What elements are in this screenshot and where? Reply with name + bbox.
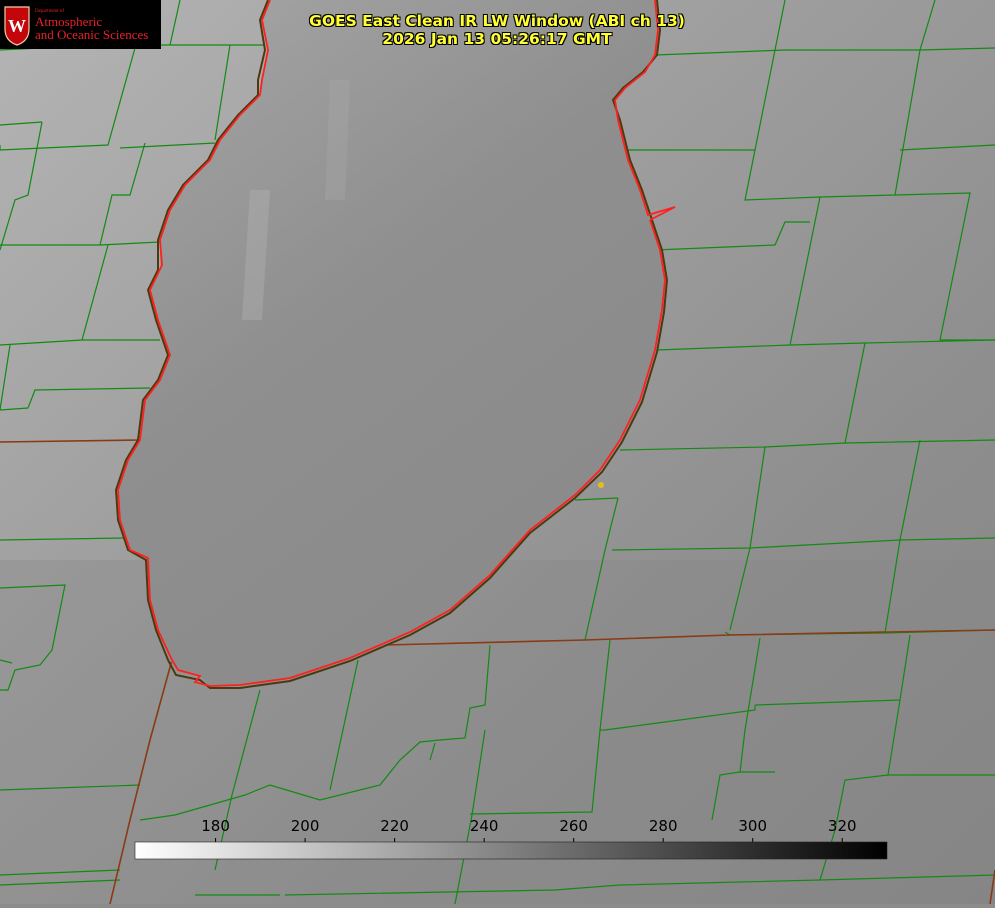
colorbar-gradient [134, 841, 888, 860]
crest-letter: W [8, 16, 26, 36]
crest-icon: W [4, 5, 30, 46]
logo-line-1: Atmospheric [35, 13, 103, 29]
logo-text: Department of Atmospheric and Oceanic Sc… [35, 9, 148, 41]
title-timestamp: 2026 Jan 13 05:26:17 GMT [382, 30, 612, 48]
colorbar-tick-label: 240 [470, 817, 499, 835]
colorbar-tick-label: 300 [738, 817, 767, 835]
satellite-map: 180 200 220 240 260 280 300 320 W Department of… [0, 0, 995, 905]
colorbar-tick-label: 320 [828, 817, 857, 835]
title-product: GOES East Clean IR LW Window (ABI ch 13) [309, 12, 685, 30]
station-marker [598, 482, 604, 488]
uw-aos-logo: W Department of Atmospheric and Oceanic … [0, 0, 161, 49]
colorbar-tick-label: 200 [291, 817, 320, 835]
image-title: GOES East Clean IR LW Window (ABI ch 13)… [247, 12, 747, 48]
colorbar-tick-label: 260 [559, 817, 588, 835]
colorbar-tick-label: 180 [201, 817, 230, 835]
logo-department: Department of [35, 8, 65, 14]
colorbar-tick-label: 280 [649, 817, 678, 835]
logo-line-2: and Oceanic Sciences [35, 26, 149, 42]
colorbar-tick-label: 220 [380, 817, 409, 835]
